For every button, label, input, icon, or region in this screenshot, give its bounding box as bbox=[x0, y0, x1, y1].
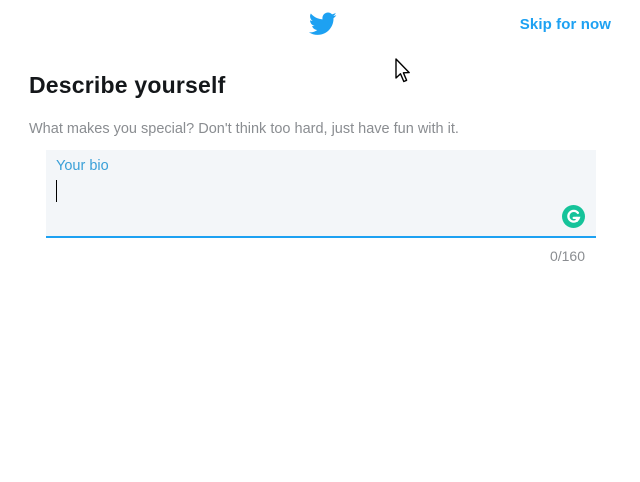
bio-field[interactable]: Your bio bbox=[46, 150, 596, 238]
text-caret bbox=[56, 180, 57, 202]
mouse-pointer-icon bbox=[395, 58, 411, 84]
page-title: Describe yourself bbox=[29, 72, 226, 98]
skip-for-now-button[interactable]: Skip for now bbox=[520, 16, 611, 33]
character-counter: 0/160 bbox=[549, 248, 585, 264]
onboarding-bio-page: Skip for now Describe yourself What make… bbox=[0, 0, 640, 482]
bio-input[interactable] bbox=[55, 178, 545, 204]
grammarly-icon[interactable] bbox=[562, 205, 585, 228]
page-subtitle: What makes you special? Don't think too … bbox=[29, 121, 459, 137]
twitter-bird-icon bbox=[309, 12, 337, 36]
bio-field-label: Your bio bbox=[56, 158, 109, 174]
